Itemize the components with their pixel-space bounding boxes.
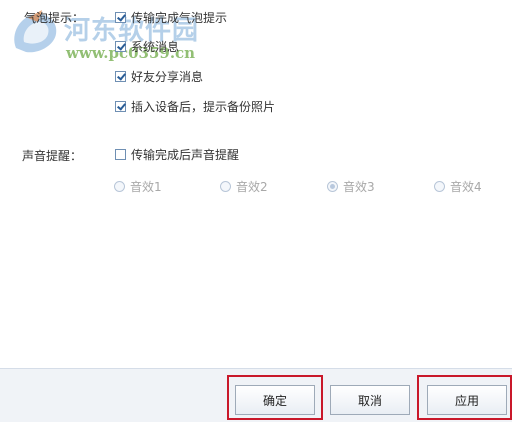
radio-label: 音效2 bbox=[236, 179, 268, 194]
checkbox-label: 系统消息 bbox=[131, 39, 180, 54]
cancel-button[interactable]: 取消 bbox=[330, 385, 410, 415]
apply-button-highlight bbox=[417, 375, 512, 420]
radio-sound-4[interactable]: 音效4 bbox=[434, 178, 482, 194]
checkbox-transfer-complete[interactable] bbox=[115, 11, 126, 23]
radio-label: 音效3 bbox=[343, 179, 375, 194]
sound-option-transfer[interactable]: 传输完成后声音提醒 bbox=[115, 146, 239, 162]
radio-sound-3[interactable]: 音效3 bbox=[327, 178, 375, 194]
bubble-option-backup-photos[interactable]: 插入设备后，提示备份照片 bbox=[115, 98, 275, 114]
checkbox-sound-reminder[interactable] bbox=[115, 148, 126, 160]
ok-button-highlight bbox=[227, 375, 323, 420]
checkbox-label: 插入设备后，提示备份照片 bbox=[131, 99, 276, 114]
checkbox-label: 传输完成后声音提醒 bbox=[131, 147, 240, 162]
radio-label: 音效1 bbox=[130, 179, 162, 194]
checkbox-backup-photos[interactable] bbox=[115, 100, 126, 112]
sound-section-label: 声音提醒： bbox=[22, 149, 83, 163]
radio-sound-1[interactable]: 音效1 bbox=[114, 178, 162, 194]
radio-circle[interactable] bbox=[220, 180, 231, 192]
radio-sound-2[interactable]: 音效2 bbox=[220, 178, 268, 194]
bubble-option-friend-share[interactable]: 好友分享消息 bbox=[115, 68, 203, 84]
bubble-option-system[interactable]: 系统消息 bbox=[115, 38, 179, 54]
bubble-option-transfer[interactable]: 传输完成气泡提示 bbox=[115, 9, 227, 25]
radio-circle[interactable] bbox=[114, 180, 125, 192]
radio-circle[interactable] bbox=[434, 180, 445, 192]
checkbox-system-message[interactable] bbox=[115, 40, 126, 52]
radio-label: 音效4 bbox=[450, 179, 482, 194]
checkbox-label: 好友分享消息 bbox=[131, 69, 204, 84]
checkbox-friend-share[interactable] bbox=[115, 70, 126, 82]
radio-circle[interactable] bbox=[327, 180, 338, 192]
bubble-section-label: 气泡提示： bbox=[24, 11, 85, 25]
checkbox-label: 传输完成气泡提示 bbox=[131, 10, 228, 25]
